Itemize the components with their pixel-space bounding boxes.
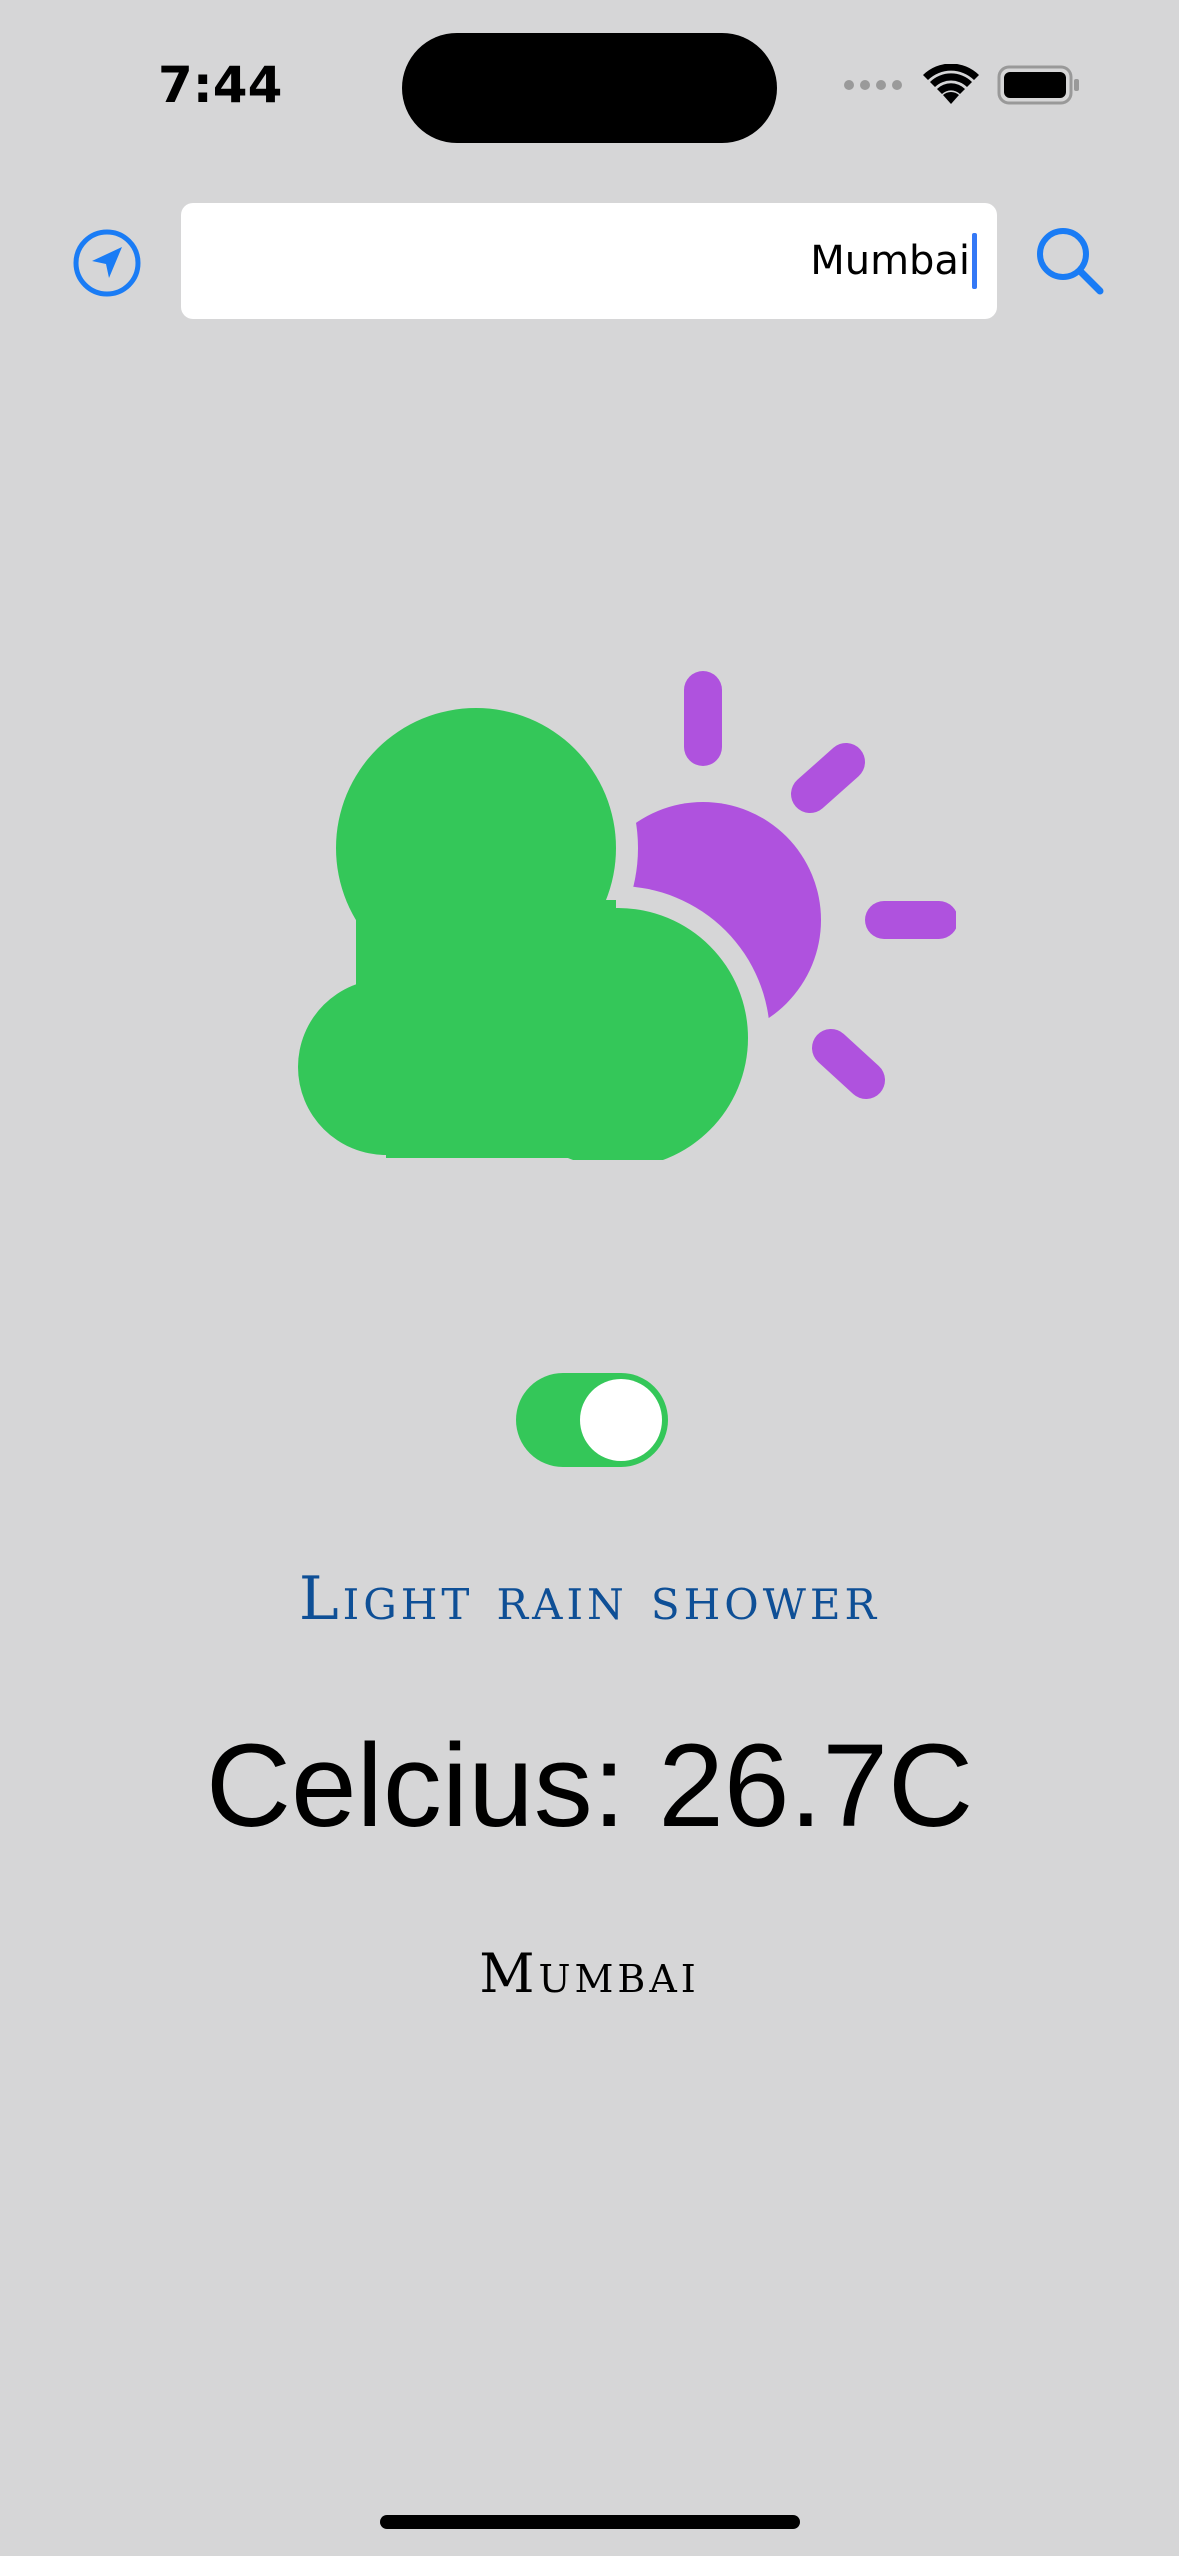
city-label: Mumbai [479,1942,700,2005]
toggle-knob [580,1379,662,1461]
magnifyingglass-icon [1037,228,1104,295]
cloud-sun-icon [276,671,956,1160]
city-search-field[interactable] [181,203,997,319]
battery-icon [997,65,1079,105]
weather-condition-label: Light rain shower [298,1564,881,1634]
city-search-input[interactable] [201,238,971,284]
cellular-signal-icon [844,80,902,90]
home-indicator[interactable] [380,2515,800,2529]
dynamic-island [402,33,777,143]
text-cursor [972,233,977,289]
location-button[interactable] [72,228,142,298]
unit-toggle[interactable] [516,1373,668,1467]
temperature-label: Celcius: 26.7C [205,1720,974,1852]
search-button[interactable] [1035,226,1105,296]
wifi-icon [923,64,979,104]
location-arrow-icon [73,229,141,297]
cloud [298,708,748,1160]
status-time: 7:44 [158,56,283,114]
status-icons [843,64,1081,106]
